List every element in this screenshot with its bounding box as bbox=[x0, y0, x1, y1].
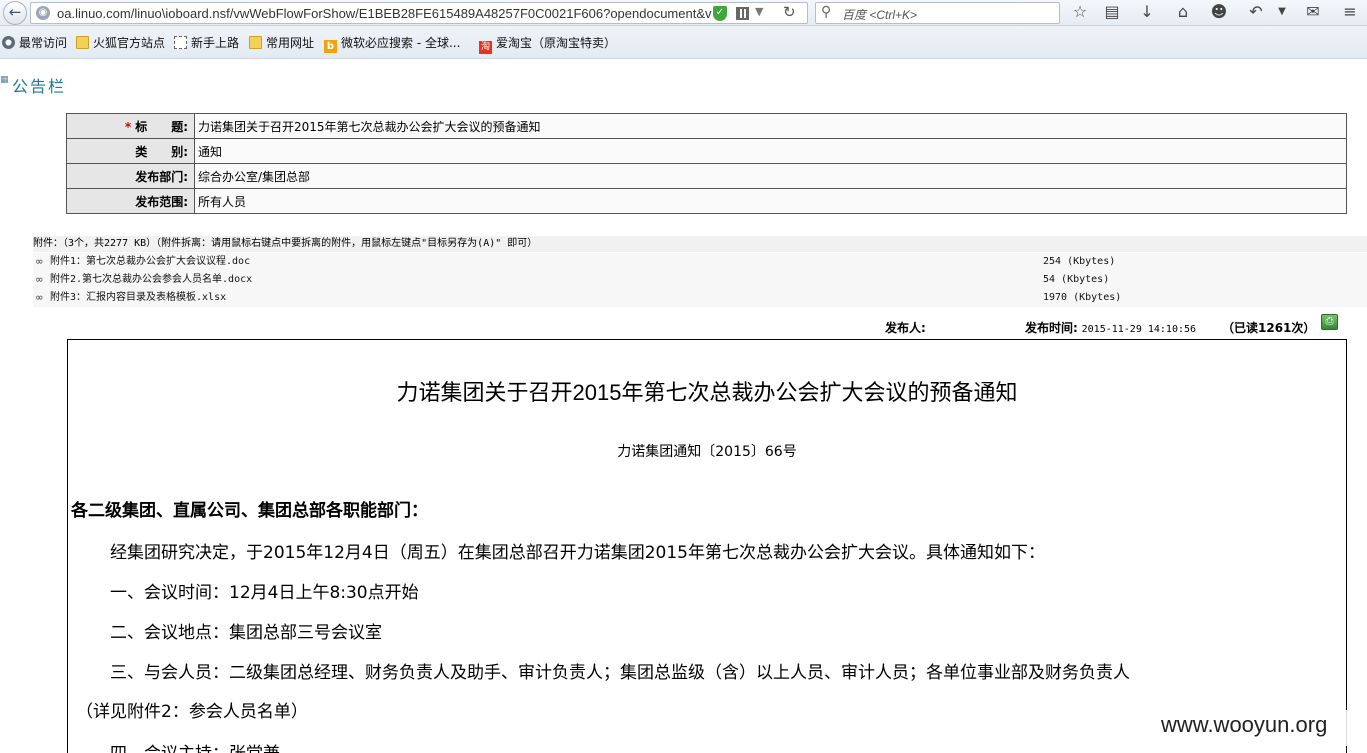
globe-icon: ◉ bbox=[36, 6, 50, 20]
publish-time-label: 发布时间: bbox=[1025, 321, 1078, 335]
meta-row-title: * 标 题: 力诺集团关于召开2015年第七次总裁办公会扩大会议的预备通知 bbox=[66, 113, 1347, 139]
print-icon[interactable]: ⎙ bbox=[1321, 314, 1338, 330]
read-count-text: （已读1261次） bbox=[1222, 321, 1316, 335]
reload-icon[interactable]: ↻ bbox=[783, 3, 796, 21]
attachment-link[interactable]: 附件2.第七次总裁办公会参会人员名单.docx bbox=[50, 271, 252, 289]
page-title: 公告栏 bbox=[12, 77, 67, 96]
meta-value: 通知 bbox=[194, 138, 1347, 164]
document-paragraph: 一、会议时间：12月4日上午8:30点开始 bbox=[110, 583, 419, 603]
qr-code-icon[interactable] bbox=[736, 7, 749, 20]
bookmark-label: 新手上路 bbox=[191, 36, 240, 50]
meta-row-scope: 发布范围: 所有人员 bbox=[66, 188, 1347, 214]
required-marker: * bbox=[124, 119, 132, 134]
attachment-size: 54 (Kbytes) bbox=[1043, 274, 1110, 285]
document-number: 力诺集团通知〔2015〕66号 bbox=[617, 444, 797, 460]
shield-icon[interactable]: ✓ bbox=[713, 6, 727, 21]
menu-icon[interactable]: ≡ bbox=[1340, 2, 1360, 22]
notice-meta-table: * 标 题: 力诺集团关于召开2015年第七次总裁办公会扩大会议的预备通知 类 别… bbox=[66, 113, 1347, 214]
home-icon[interactable]: ⌂ bbox=[1173, 2, 1193, 22]
document-paragraph: 经集团研究决定，于2015年12月4日（周五）在集团总部召开力诺集团2015年第… bbox=[110, 543, 1045, 563]
meta-label: 类 别: bbox=[66, 138, 195, 164]
search-bar[interactable]: ⚲ 百度 <Ctrl+K> bbox=[815, 2, 1060, 24]
document-paragraph: 三、与会人员：二级集团总经理、财务负责人及助手、审计负责人；集团总监级（含）以上… bbox=[110, 663, 1130, 683]
meta-label: 发布部门: bbox=[66, 163, 195, 189]
folder-icon bbox=[249, 36, 262, 49]
bookmark-bing[interactable]: b 微软必应搜索 - 全球... bbox=[324, 35, 461, 53]
paperclip-icon: ∞ bbox=[36, 273, 43, 286]
smiley-icon[interactable]: ☻ bbox=[1209, 2, 1229, 22]
bookmark-label: 火狐官方站点 bbox=[93, 36, 166, 50]
attachment-size: 1970 (Kbytes) bbox=[1043, 292, 1122, 303]
meta-label: * 标 题: bbox=[66, 113, 195, 139]
paperclip-icon: ∞ bbox=[36, 255, 43, 268]
read-count: （已读1261次） bbox=[1222, 319, 1315, 335]
bookmark-common-sites[interactable]: 常用网址 bbox=[249, 35, 314, 51]
bookmark-label: 常用网址 bbox=[266, 36, 315, 50]
chevron-down-icon[interactable]: ▼ bbox=[755, 5, 763, 18]
bookmark-label: 微软必应搜索 - 全球... bbox=[341, 36, 461, 50]
attachment-link[interactable]: 附件3：汇报内容目录及表格模板.xlsx bbox=[50, 289, 226, 307]
publish-time: 发布时间: 2015-11-29 14:10:56 bbox=[1025, 319, 1196, 335]
folder-icon bbox=[76, 36, 89, 49]
attachment-row[interactable]: ∞ 附件2.第七次总裁办公会参会人员名单.docx 54 (Kbytes) bbox=[33, 271, 1367, 289]
back-button[interactable]: ← bbox=[3, 1, 27, 25]
document-paragraph: 二、会议地点：集团总部三号会议室 bbox=[110, 623, 382, 643]
attachment-size: 254 (Kbytes) bbox=[1043, 256, 1116, 267]
board-icon: ▦ bbox=[0, 75, 9, 85]
star-icon[interactable]: ☆ bbox=[1070, 2, 1090, 22]
search-placeholder[interactable]: 百度 <Ctrl+K> bbox=[842, 6, 917, 23]
url-text[interactable]: oa.linuo.com/linuo\ioboard.nsf/vwWebFlow… bbox=[57, 6, 733, 22]
watermark: www.wooyun.org bbox=[1155, 710, 1367, 746]
publish-time-value: 2015-11-29 14:10:56 bbox=[1081, 324, 1197, 335]
undo-icon[interactable]: ↶ bbox=[1246, 2, 1266, 22]
publisher-label: 发布人: bbox=[885, 321, 926, 335]
meta-label-text: 标 题: bbox=[135, 119, 188, 134]
publisher: 发布人: bbox=[885, 319, 926, 335]
gear-icon bbox=[2, 36, 15, 49]
meta-row-department: 发布部门: 综合办公室/集团总部 bbox=[66, 163, 1347, 189]
download-icon[interactable]: ↓ bbox=[1137, 2, 1157, 22]
page-icon bbox=[174, 36, 187, 49]
dropdown-icon[interactable]: ▼ bbox=[1272, 2, 1292, 22]
bookmark-label: 最常访问 bbox=[19, 36, 68, 50]
bookmark-firefox[interactable]: 火狐官方站点 bbox=[76, 35, 165, 51]
bing-icon: b bbox=[324, 40, 337, 53]
reading-list-icon[interactable]: ▤ bbox=[1102, 2, 1122, 22]
attachment-link[interactable]: 附件1：第七次总裁办公会扩大会议议程.doc bbox=[50, 253, 250, 271]
url-bar[interactable]: ◉ oa.linuo.com/linuo\ioboard.nsf/vwWebFl… bbox=[30, 2, 808, 24]
meta-value: 综合办公室/集团总部 bbox=[194, 163, 1347, 189]
bookmark-getting-started[interactable]: 新手上路 bbox=[174, 35, 239, 51]
taobao-icon: 淘 bbox=[479, 41, 492, 54]
attachment-row[interactable]: ∞ 附件1：第七次总裁办公会扩大会议议程.doc 254 (Kbytes) bbox=[33, 253, 1367, 271]
paperclip-icon: ∞ bbox=[36, 291, 43, 304]
chat-icon[interactable]: ✉ bbox=[1303, 2, 1323, 22]
meta-label: 发布范围: bbox=[66, 188, 195, 214]
meta-value: 所有人员 bbox=[194, 188, 1347, 214]
document-paragraph: （详见附件2：参会人员名单） bbox=[76, 702, 308, 722]
document-salutation: 各二级集团、直属公司、集团总部各职能部门： bbox=[71, 501, 428, 521]
attachment-row[interactable]: ∞ 附件3：汇报内容目录及表格模板.xlsx 1970 (Kbytes) bbox=[33, 289, 1367, 307]
meta-row-category: 类 别: 通知 bbox=[66, 138, 1347, 164]
browser-navbar: ← ◉ oa.linuo.com/linuo\ioboard.nsf/vwWeb… bbox=[0, 0, 1367, 26]
search-icon: ⚲ bbox=[821, 4, 832, 20]
bookmark-label: 爱淘宝（原淘宝特卖） bbox=[496, 36, 617, 50]
document-paragraph: 四、会议主持：张堂兼 bbox=[110, 739, 280, 753]
bookmark-taobao[interactable]: 淘爱淘宝（原淘宝特卖） bbox=[479, 35, 617, 54]
meta-value: 力诺集团关于召开2015年第七次总裁办公会扩大会议的预备通知 bbox=[194, 113, 1347, 139]
document-title: 力诺集团关于召开2015年第七次总裁办公会扩大会议的预备通知 bbox=[396, 380, 1018, 405]
notice-body: 力诺集团关于召开2015年第七次总裁办公会扩大会议的预备通知 力诺集团通知〔20… bbox=[67, 339, 1347, 753]
bookmarks-bar: 最常访问 火狐官方站点 新手上路 常用网址 b 微软必应搜索 - 全球... 淘爱… bbox=[0, 26, 1367, 59]
bookmark-most-visited[interactable]: 最常访问 bbox=[2, 35, 67, 51]
attachments-header: 附件：（3个，共2277 KB）（附件拆离：请用鼠标右键点中要拆离的附件，用鼠标… bbox=[33, 236, 1367, 252]
